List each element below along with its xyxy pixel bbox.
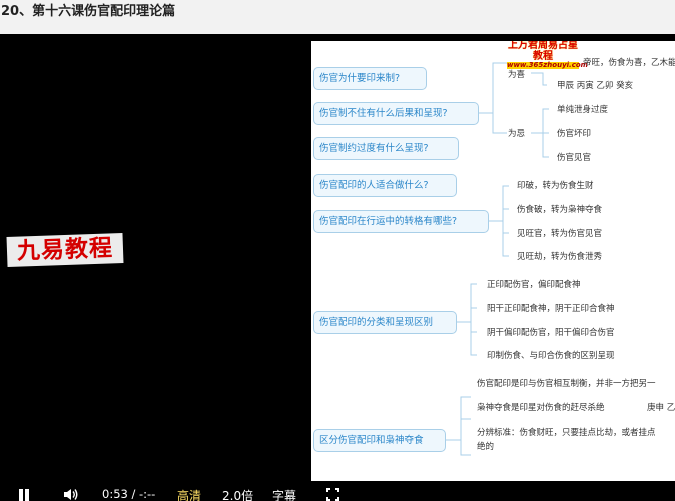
- subtitle-button[interactable]: 字幕: [272, 487, 296, 501]
- leaf-zhengyin: 正印配伤官，偏印配食神: [487, 280, 581, 290]
- mindmap-node-6: 伤官配印的分类和呈现区别: [313, 311, 457, 334]
- leaf-yanggan-zheng: 阳干正印配食神，阴干正印合食神: [487, 304, 615, 314]
- leaf-yinzhi: 印制伤食、与印合伤食的区别呈现: [487, 351, 615, 361]
- leaf-jianwangjie: 见旺劫，转为伤食泄秀: [517, 252, 603, 262]
- pause-icon[interactable]: [18, 489, 30, 501]
- watermark-logo: 九易教程: [6, 232, 124, 268]
- leaf-peiyin-desc: 伤官配印是印与伤官相互制衡，并非一方把另一: [477, 379, 656, 389]
- volume-icon[interactable]: [63, 488, 79, 501]
- page-title: 20、第十六课伤官配印理论篇: [0, 0, 675, 34]
- speed-button[interactable]: 2.0倍: [222, 487, 253, 501]
- video-slide-mindmap: 上万君周易占星教程 www.365zhouyi.com 帝旺，伤食为喜，乙木能 …: [311, 41, 675, 481]
- leaf-jianwangguan: 见旺官，转为伤官见官: [517, 229, 603, 239]
- leaf-danchun: 单纯泄身过度: [557, 105, 609, 115]
- mindmap-node-3: 伤官制约过度有什么呈现?: [313, 137, 459, 160]
- time-display: 0:53 / -:--: [102, 487, 156, 501]
- mindmap-node-2: 伤官制不住有什么后果和呈现?: [313, 102, 479, 125]
- fullscreen-icon[interactable]: [326, 488, 339, 501]
- leaf-shangshipo: 伤食破，转为枭神夺食: [517, 205, 603, 215]
- leaf-jiachen: 甲辰 丙寅 乙卯 癸亥: [557, 81, 634, 91]
- leaf-wei-ji: 为忌: [508, 129, 526, 139]
- mindmap-node-7: 区分伤官配印和枭神夺食: [313, 429, 446, 452]
- leaf-yingan-pian: 阴干偏印配伤官，阳干偏印合伤官: [487, 328, 615, 338]
- mindmap-node-4: 伤官配印的人适合做什么?: [313, 174, 457, 197]
- quality-button[interactable]: 高清: [177, 487, 201, 501]
- mindmap-node-1: 伤官为什要印来制?: [313, 67, 427, 90]
- player-controls: 0:53 / -:-- 高清 2.0倍 字幕: [0, 483, 675, 501]
- leaf-shangguan-huaiyin: 伤官坏印: [557, 129, 592, 139]
- mindmap-node-5: 伤官配印在行运中的转格有哪些?: [313, 210, 489, 233]
- site-logo: 上万君周易占星教程 www.365zhouyi.com: [507, 41, 588, 70]
- leaf-fenbian: 分辨标准：伤食财旺，只要挂点比劫，或者挂点: [477, 428, 656, 438]
- top-text-fragment: 帝旺，伤食为喜，乙木能: [583, 58, 675, 68]
- leaf-shangguan-jianguan: 伤官见官: [557, 153, 592, 163]
- leaf-wei-xi: 为喜: [508, 70, 526, 80]
- leaf-jue: 绝的: [477, 442, 495, 452]
- leaf-yinpo: 印破，转为伤食生财: [517, 181, 594, 191]
- leaf-xiaoshen: 枭神夺食是印星对伤食的赶尽杀绝: [477, 403, 605, 413]
- leaf-gengshen: 庚申 乙: [647, 403, 675, 413]
